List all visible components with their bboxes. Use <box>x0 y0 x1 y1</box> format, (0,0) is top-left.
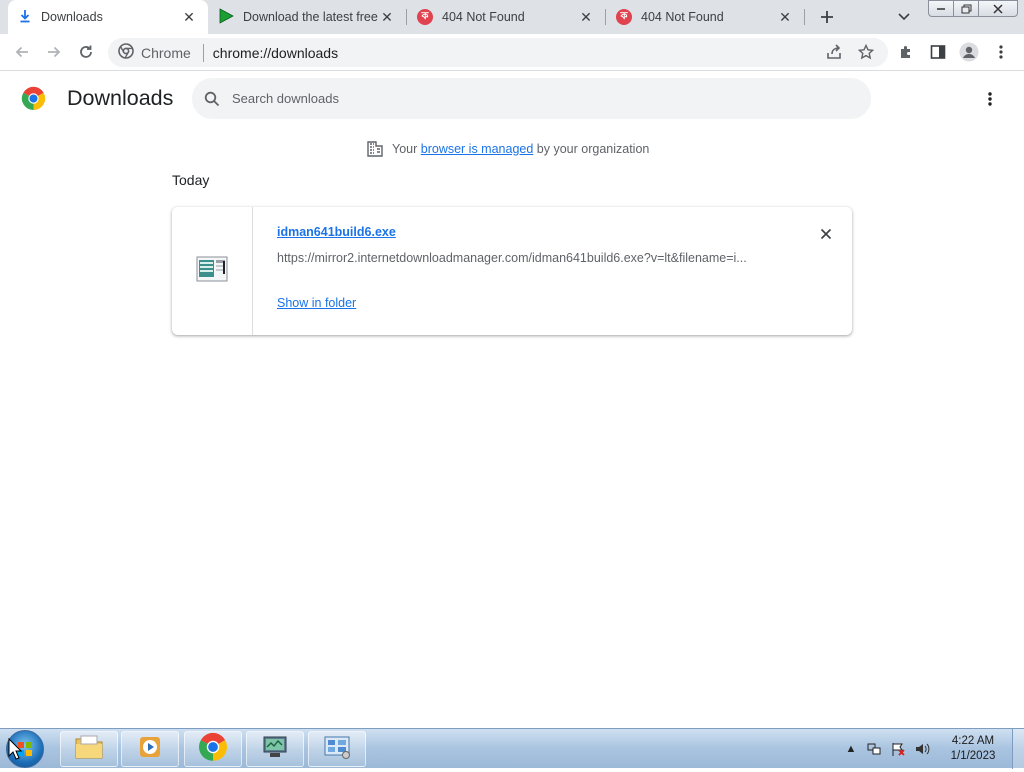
chrome-taskbar-icon <box>198 732 228 767</box>
network-monitor-icon <box>260 734 290 765</box>
play-icon <box>218 7 234 27</box>
taskbar-network-app[interactable] <box>246 731 304 767</box>
media-player-icon <box>137 734 163 765</box>
tab-title: 404 Not Found <box>442 10 525 24</box>
new-tab-button[interactable] <box>815 5 839 29</box>
profile-avatar-icon[interactable] <box>958 41 980 63</box>
show-desktop-button[interactable] <box>1012 729 1024 769</box>
mouse-cursor-icon <box>8 737 23 765</box>
search-downloads-box[interactable] <box>192 78 871 119</box>
site-info-chip[interactable]: Chrome <box>118 43 191 62</box>
omnibox-divider <box>202 43 204 62</box>
chrome-menu-icon[interactable] <box>991 41 1011 63</box>
omnibox-chip-label: Chrome <box>141 44 191 61</box>
download-file-name-link[interactable]: idman641build6.exe <box>277 225 396 239</box>
managed-suffix: by your organization <box>536 142 650 156</box>
back-button[interactable] <box>9 39 35 65</box>
show-hidden-icons-icon[interactable]: ▲ <box>843 741 859 757</box>
forward-button[interactable] <box>41 39 67 65</box>
bookmark-star-icon[interactable] <box>855 41 877 63</box>
date-header: Today <box>172 172 210 188</box>
building-icon <box>366 140 384 158</box>
download-source-url: https://mirror2.internetdownloadmanager.… <box>277 251 747 265</box>
tab-404-1[interactable]: ক 404 Not Found ✕ <box>407 0 605 34</box>
action-center-flag-icon[interactable] <box>890 741 906 757</box>
share-icon[interactable] <box>823 41 845 63</box>
exe-file-icon <box>196 255 228 288</box>
show-in-folder-link[interactable]: Show in folder <box>277 296 356 310</box>
site-favicon-icon: ক <box>417 9 433 25</box>
site-favicon-icon: ক <box>616 9 632 25</box>
page-title: Downloads <box>67 86 174 110</box>
download-icon <box>18 9 32 26</box>
address-bar[interactable]: Chrome chrome://downloads <box>108 38 888 67</box>
search-input[interactable] <box>232 91 832 106</box>
control-panel-icon <box>322 734 352 765</box>
search-icon <box>204 91 220 107</box>
file-icon-column <box>172 207 253 335</box>
tab-title: Download the latest free <box>243 10 378 24</box>
tab-404-2[interactable]: ক 404 Not Found ✕ <box>606 0 804 34</box>
tab-strip: Downloads ✕ Download the latest free ✕ ক… <box>0 0 1024 34</box>
side-panel-icon[interactable] <box>927 41 949 63</box>
restore-button[interactable] <box>953 0 979 17</box>
tab-downloads[interactable]: Downloads ✕ <box>8 0 208 34</box>
minimize-button[interactable] <box>928 0 954 17</box>
close-window-button[interactable] <box>978 0 1018 17</box>
download-item-card: idman641build6.exe https://mirror2.inter… <box>172 207 852 335</box>
tab-search-chevron-icon[interactable] <box>894 7 914 27</box>
chrome-logo-icon <box>21 86 46 111</box>
windows-taskbar: ▲ 4:22 AM 1/1/2023 <box>0 728 1024 769</box>
browser-toolbar: Chrome chrome://downloads <box>0 34 1024 71</box>
browser-managed-link[interactable]: browser is managed <box>421 142 534 156</box>
tab-separator <box>804 9 805 25</box>
extensions-icon[interactable] <box>895 41 917 63</box>
volume-icon[interactable] <box>914 741 930 757</box>
tab-close-icon[interactable]: ✕ <box>577 8 595 26</box>
taskbar-file-explorer[interactable] <box>60 731 118 767</box>
reload-button[interactable] <box>73 39 99 65</box>
tab-close-icon[interactable]: ✕ <box>180 8 198 26</box>
taskbar-media-player[interactable] <box>121 731 179 767</box>
clock-date: 1/1/2023 <box>950 750 996 762</box>
tab-close-icon[interactable]: ✕ <box>378 8 396 26</box>
managed-notice: Your browser is managed by your organiza… <box>366 140 649 158</box>
taskbar-chrome[interactable] <box>184 731 242 767</box>
tab-title: 404 Not Found <box>641 10 724 24</box>
network-tray-icon[interactable] <box>866 741 882 757</box>
url-text[interactable]: chrome://downloads <box>213 45 338 61</box>
chrome-icon <box>118 43 134 62</box>
system-clock[interactable]: 4:22 AM 1/1/2023 <box>940 734 1006 764</box>
tab-title: Downloads <box>41 10 103 24</box>
taskbar-control-panel[interactable] <box>308 731 366 767</box>
remove-download-close-icon[interactable] <box>816 224 836 244</box>
tab-close-icon[interactable]: ✕ <box>776 8 794 26</box>
folder-icon <box>74 734 104 765</box>
more-actions-icon[interactable] <box>980 88 1000 110</box>
managed-prefix: Your <box>392 142 418 156</box>
tab-download-latest[interactable]: Download the latest free ✕ <box>208 0 406 34</box>
clock-time: 4:22 AM <box>951 735 995 747</box>
